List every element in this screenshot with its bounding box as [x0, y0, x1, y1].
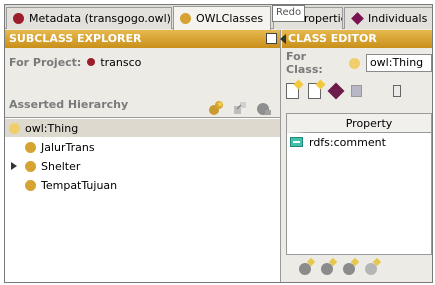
panel-title: SUBCLASS EXPLORER [9, 32, 142, 45]
editor-toolbar [286, 82, 401, 100]
project-value: transco [100, 55, 142, 69]
tree-node-owl-thing[interactable]: owl:Thing [5, 119, 280, 137]
panel-title: CLASS EDITOR [288, 32, 377, 45]
tab-individuals[interactable]: Individuals [344, 7, 432, 29]
class-icon [25, 160, 36, 172]
tab-label: roperties [304, 12, 342, 25]
add-annotation-icon[interactable] [308, 83, 321, 99]
project-label: For Project: [9, 55, 82, 69]
tab-label: OWLClasses [196, 12, 264, 25]
view-toggle-icon[interactable] [393, 85, 401, 97]
tree-node-label: owl:Thing [25, 121, 79, 135]
class-name-field[interactable]: owl:Thing [365, 54, 432, 72]
protege-window: Metadata (transgogo.owl) OWLClasses rope… [4, 4, 433, 283]
tree-node-label: Shelter [41, 159, 81, 173]
panel-header: CLASS EDITOR [280, 30, 432, 48]
tab-strip: Metadata (transgogo.owl) OWLClasses rope… [5, 5, 432, 30]
remove-property-icon[interactable] [351, 85, 362, 97]
tree-node-label: JalurTrans [41, 140, 95, 154]
tab-label: Metadata (transgogo.owl) [29, 12, 171, 25]
class-icon [25, 179, 36, 191]
class-icon [25, 141, 36, 153]
class-icon [9, 122, 20, 134]
tree-node-tempattujuan[interactable]: TempatTujuan [5, 176, 280, 194]
tree-node-shelter[interactable]: Shelter [5, 157, 280, 175]
class-row: For Class: owl:Thing [286, 50, 432, 76]
panel-header: SUBCLASS EXPLORER [5, 30, 280, 48]
add-named-class-icon[interactable] [299, 263, 311, 275]
red-circle-icon [13, 13, 24, 24]
delete-class-icon[interactable] [256, 100, 272, 116]
class-editor-panel: CLASS EDITOR For Class: owl:Thing Proper… [280, 30, 432, 282]
tab-owlclasses[interactable]: OWLClasses [173, 6, 271, 30]
property-column-header[interactable]: Property [287, 114, 431, 133]
collapse-arrow-icon[interactable] [280, 34, 286, 44]
tooltip: Redo [272, 5, 306, 22]
subclass-explorer-panel: SUBCLASS EXPLORER For Project: transco A… [5, 30, 281, 282]
class-label: For Class: [286, 50, 323, 76]
create-subclass-icon[interactable] [208, 100, 224, 116]
create-sibling-class-icon[interactable] [232, 100, 248, 116]
hierarchy-label: Asserted Hierarchy [9, 98, 129, 111]
condition-toolbar [299, 263, 377, 275]
remove-condition-icon[interactable] [365, 263, 377, 275]
add-property-icon[interactable] [327, 82, 345, 100]
property-table: Property rdfs:comment [286, 113, 432, 255]
maximize-icon[interactable] [266, 33, 277, 44]
gold-circle-icon [180, 13, 191, 24]
tree-node-label: TempatTujuan [41, 178, 118, 192]
project-row: For Project: transco [9, 54, 141, 70]
tree-node-jalurtrans[interactable]: JalurTrans [5, 138, 280, 156]
tab-label: Individuals [368, 12, 428, 25]
tab-metadata[interactable]: Metadata (transgogo.owl) [6, 7, 172, 29]
annotation-property-icon [290, 137, 303, 147]
create-annotation-icon[interactable] [286, 83, 299, 99]
expand-arrow-icon[interactable] [11, 162, 17, 170]
add-restriction-icon[interactable] [343, 263, 355, 275]
project-icon [87, 58, 96, 66]
purple-diamond-icon [351, 12, 364, 25]
class-icon [348, 57, 360, 69]
create-restriction-icon[interactable] [321, 263, 333, 275]
property-label: rdfs:comment [309, 135, 386, 149]
hierarchy-toolbar: Asserted Hierarchy [5, 88, 280, 116]
property-row[interactable]: rdfs:comment [287, 133, 431, 151]
class-tree: owl:Thing JalurTrans Shelter TempatTujua… [5, 117, 280, 282]
